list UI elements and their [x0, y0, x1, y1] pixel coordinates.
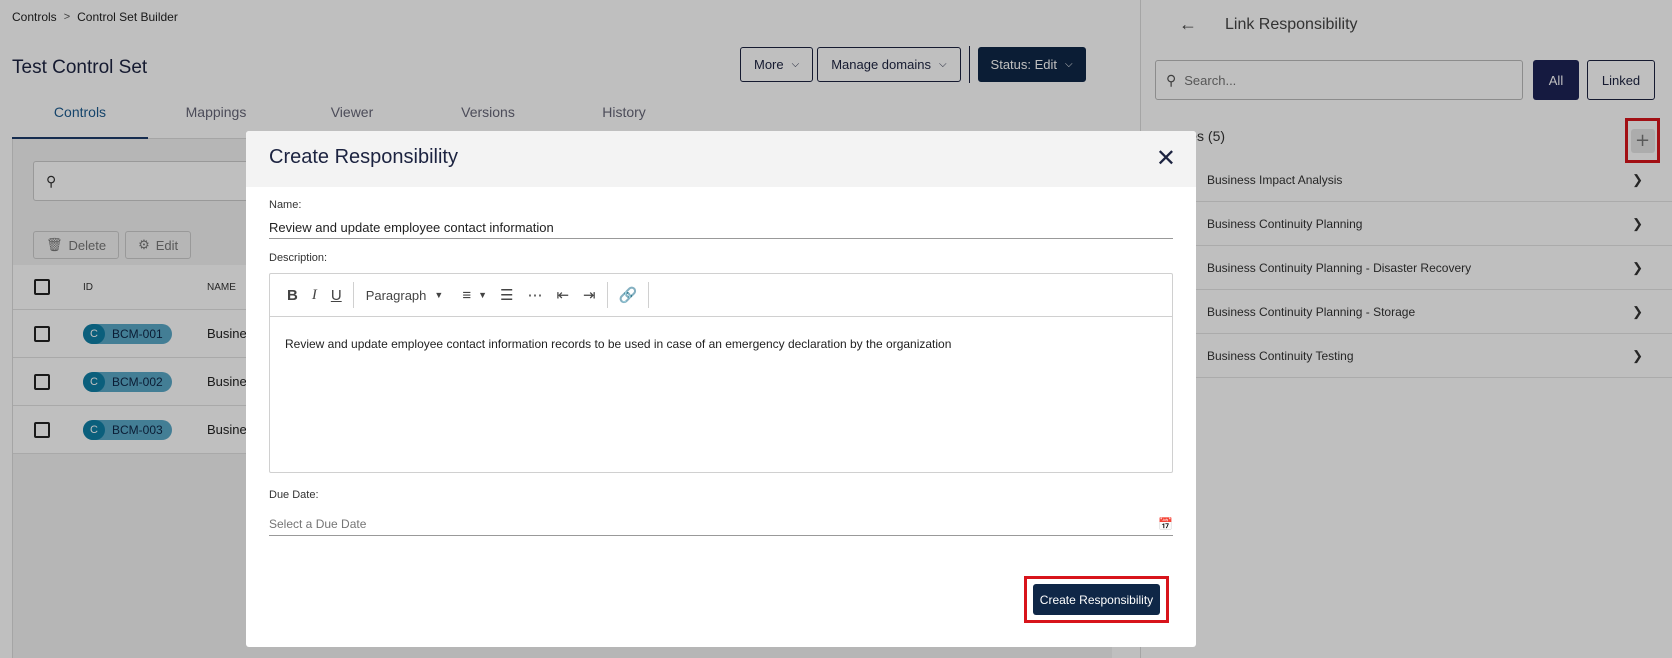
italic-icon[interactable]: I — [305, 280, 324, 310]
calendar-icon[interactable]: 📅 — [1158, 517, 1173, 531]
link-icon[interactable]: 🔗 — [612, 280, 645, 310]
name-label: Name: — [269, 199, 302, 211]
create-button-highlight: Create Responsibility — [1024, 576, 1169, 623]
bullet-list-icon[interactable]: ⋯ — [520, 280, 549, 310]
toolbar-divider — [606, 282, 608, 308]
create-responsibility-button[interactable]: Create Responsibility — [1033, 584, 1160, 615]
due-date-field[interactable] — [269, 514, 1129, 534]
dialog-header: Create Responsibility ✕ — [246, 131, 1196, 187]
toolbar-divider — [352, 282, 354, 308]
name-field[interactable] — [269, 217, 1173, 237]
due-date-label: Due Date: — [269, 489, 319, 501]
due-date-underline — [269, 535, 1173, 536]
caret-down-icon: ▼ — [434, 290, 444, 300]
description-editor: B I U Paragraph ▼ ≡ ▼ ☰ ⋯ ⇤ ⇥ 🔗 Review a… — [269, 273, 1173, 473]
name-underline — [269, 238, 1173, 239]
paragraph-format-dropdown[interactable]: Paragraph ▼ — [358, 280, 456, 310]
outdent-icon[interactable]: ⇤ — [549, 280, 576, 310]
caret-down-icon[interactable]: ▼ — [478, 280, 493, 310]
close-icon[interactable]: ✕ — [1156, 144, 1176, 172]
editor-toolbar: B I U Paragraph ▼ ≡ ▼ ☰ ⋯ ⇤ ⇥ 🔗 — [270, 274, 1172, 317]
numbered-list-icon[interactable]: ☰ — [493, 280, 520, 310]
indent-icon[interactable]: ⇥ — [576, 280, 603, 310]
toolbar-divider — [648, 282, 650, 308]
underline-icon[interactable]: U — [324, 280, 349, 310]
description-label: Description: — [269, 252, 328, 264]
bold-icon[interactable]: B — [280, 280, 305, 310]
align-left-icon[interactable]: ≡ — [455, 280, 478, 310]
dialog-title: Create Responsibility — [269, 146, 458, 168]
create-responsibility-dialog: Create Responsibility ✕ Name: Descriptio… — [246, 131, 1196, 647]
description-text-area[interactable]: Review and update employee contact infor… — [270, 317, 1172, 371]
